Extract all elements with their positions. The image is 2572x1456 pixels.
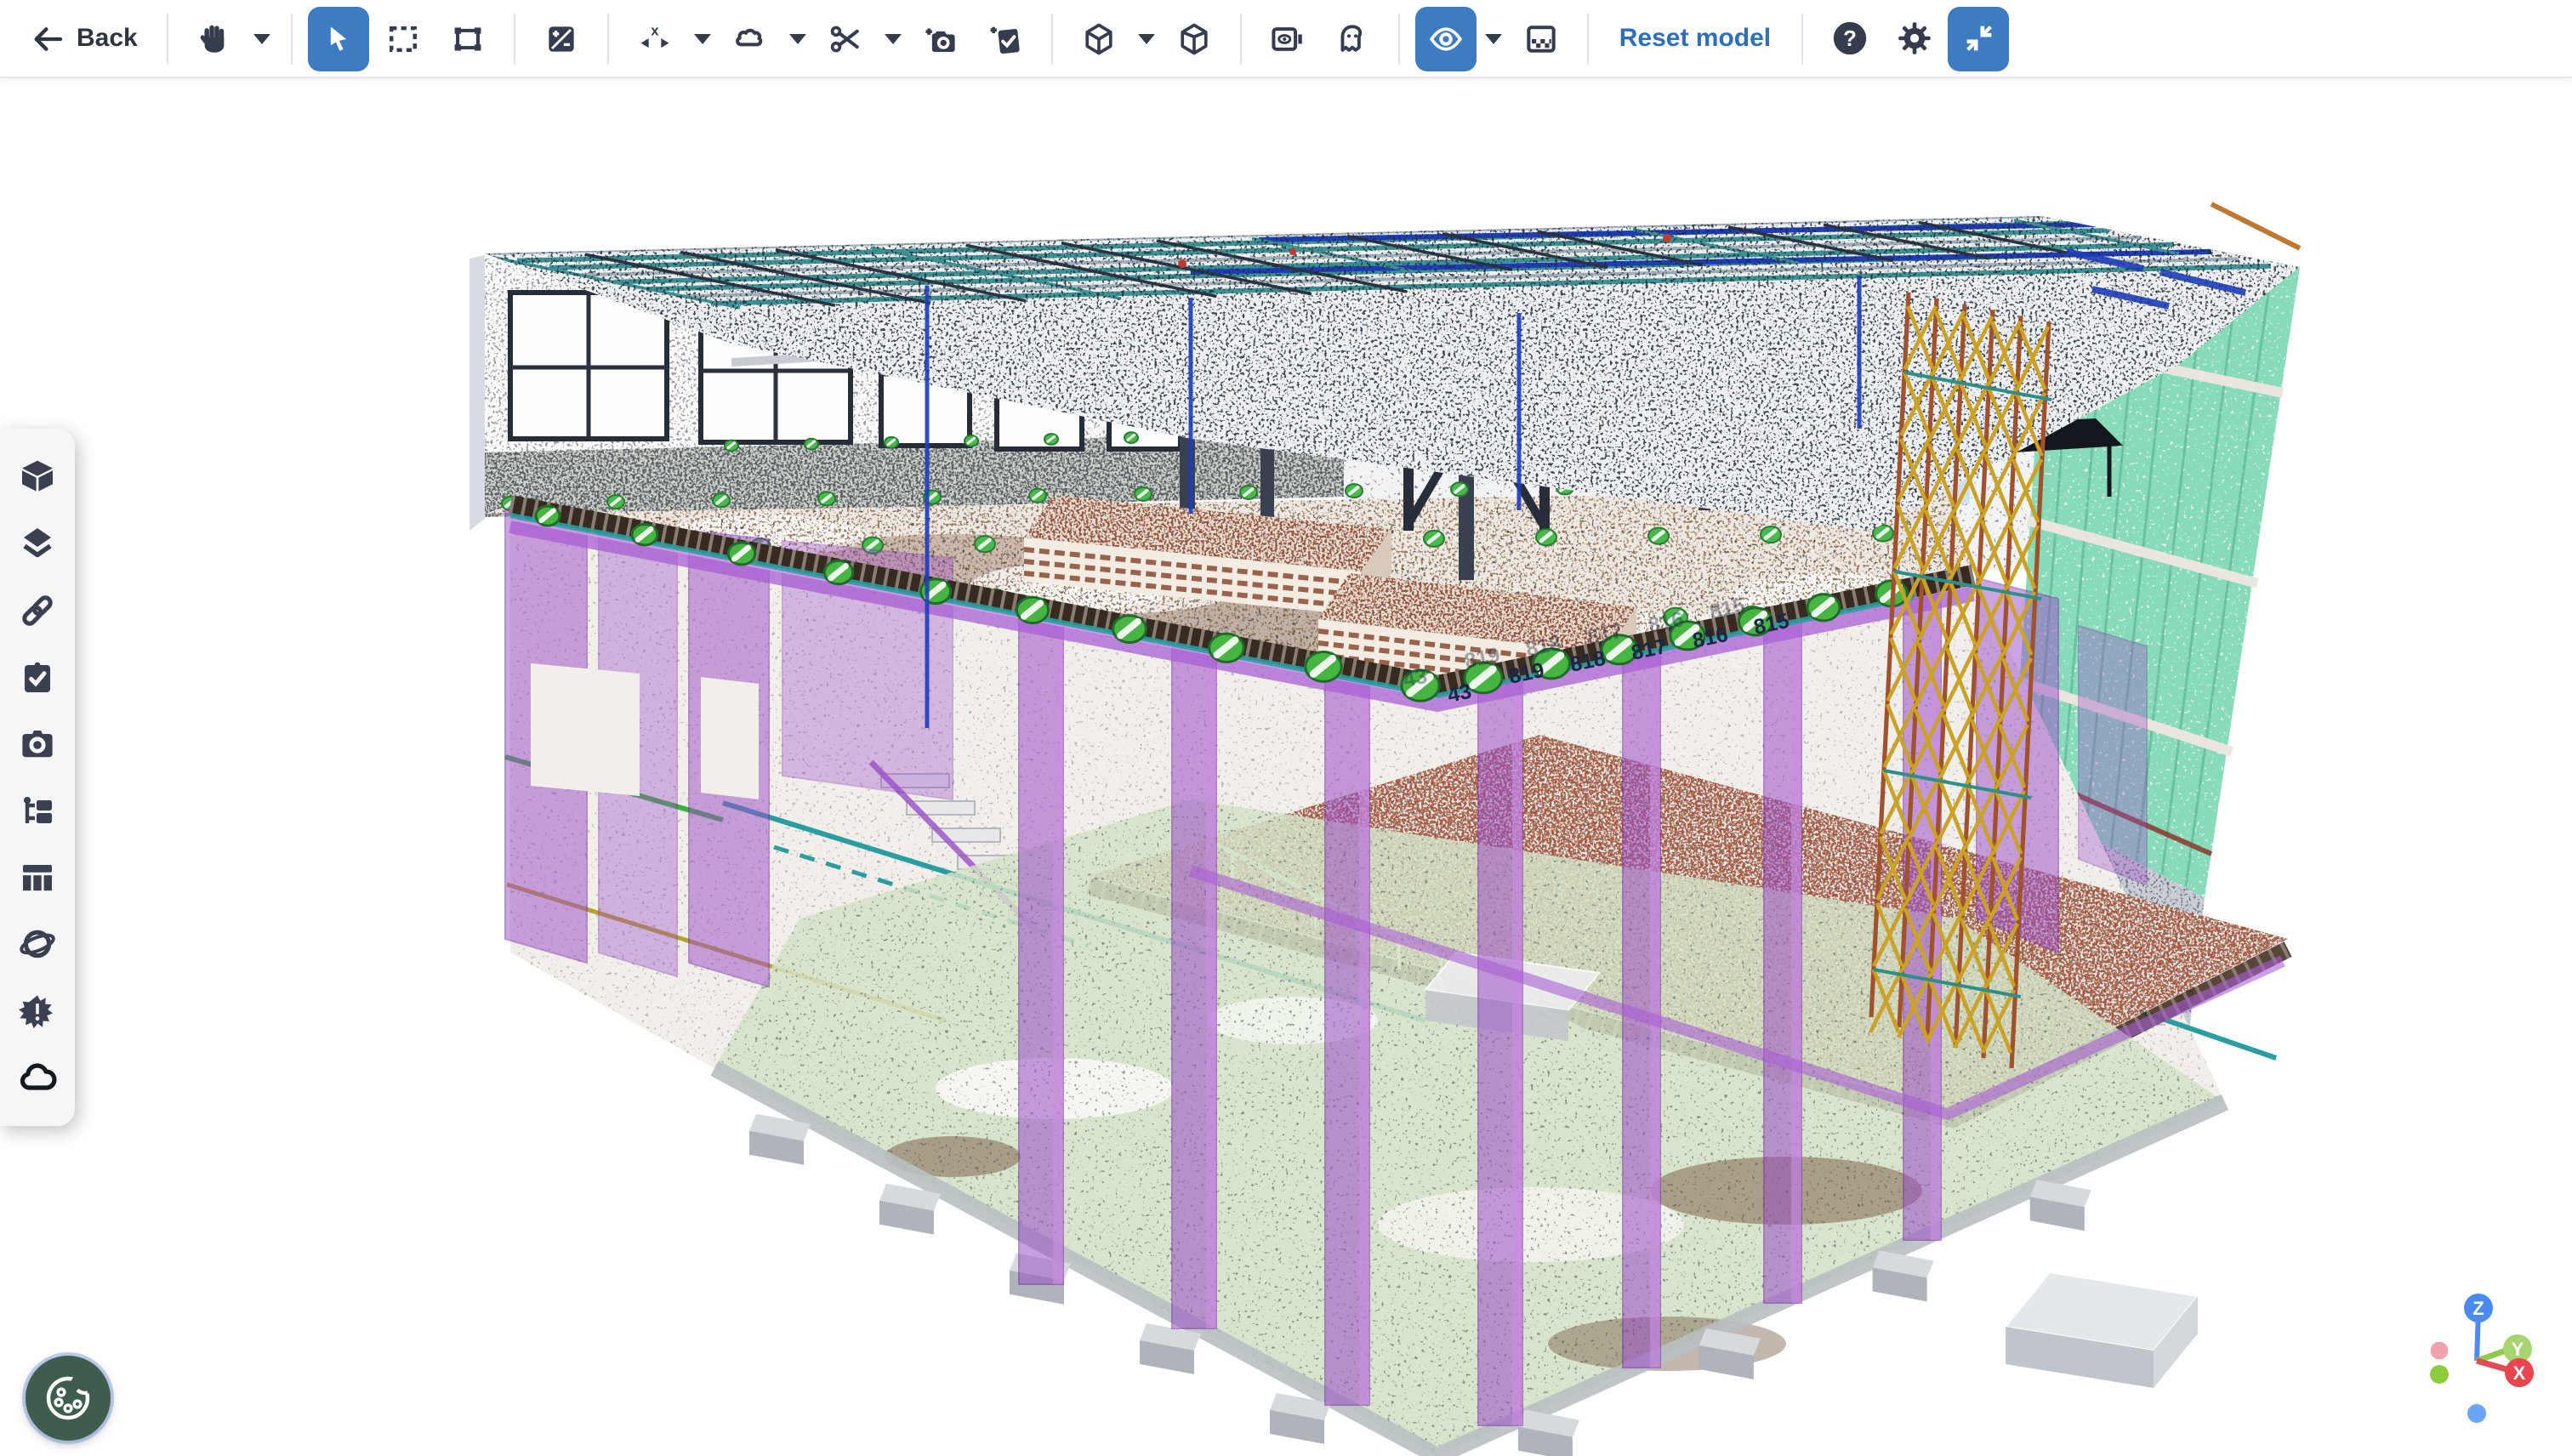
unfold-cube-button[interactable] (1164, 6, 1225, 71)
camera-icon (17, 724, 58, 765)
clipboard-check-icon (17, 657, 58, 697)
select-cursor-button[interactable] (308, 6, 369, 71)
svg-text:43: 43 (1401, 664, 1429, 692)
top-toolbar: Back (0, 0, 2572, 78)
svg-text:X: X (2513, 1362, 2526, 1384)
sidebar-item-tasks[interactable] (12, 651, 63, 702)
clipboard-plus-icon (986, 20, 1025, 57)
divider (1587, 13, 1589, 64)
clash-burst-icon (17, 991, 58, 1032)
minimize-view-button[interactable] (1948, 6, 2009, 71)
add-task-button[interactable] (975, 6, 1036, 71)
transparency-button[interactable] (1511, 6, 1572, 71)
marquee-select-button[interactable] (373, 6, 434, 71)
gear-icon (1894, 19, 1933, 58)
svg-text:?: ? (1842, 27, 1856, 51)
view-cube-dropdown[interactable] (1133, 6, 1160, 71)
arrow-left-icon (31, 21, 65, 55)
sidebar-item-photos[interactable] (12, 719, 63, 770)
layers-icon (17, 523, 58, 564)
help-button[interactable]: ? (1818, 6, 1880, 71)
add-photo-button[interactable] (910, 6, 971, 71)
cloud-icon (15, 1058, 60, 1099)
back-label: Back (77, 24, 138, 53)
cloud-lasso-icon (731, 20, 769, 57)
axis-neg-y-ball (2430, 1365, 2449, 1384)
hierarchy-tree-icon (17, 790, 58, 831)
open-cube-icon (1175, 20, 1213, 57)
ghost-mode-button[interactable] (1322, 6, 1383, 71)
visibility-button[interactable] (1415, 6, 1477, 71)
viewport-3d-canvas[interactable]: 4343819819818818817817816816815815 Y X Z (0, 0, 2572, 1456)
scan-card-eye-icon (1268, 20, 1307, 57)
cursor-icon (320, 20, 357, 57)
settings-button[interactable] (1883, 6, 1944, 71)
scan-view-button[interactable] (1257, 6, 1318, 71)
axis-gizmo[interactable]: Y X Z (2430, 1294, 2534, 1423)
camera-plus-icon (921, 20, 960, 57)
divider (1051, 13, 1053, 64)
pan-hand-button[interactable] (184, 6, 245, 71)
move-axis-button[interactable]: x (624, 6, 686, 71)
divider (1398, 13, 1400, 64)
hand-icon (196, 20, 233, 57)
axis-neg-x-ball (2431, 1342, 2449, 1360)
transform-icon (449, 20, 487, 57)
axis-neg-z-ball (2467, 1404, 2486, 1423)
link-icon (17, 589, 58, 630)
divider (514, 13, 515, 64)
table-columns-icon (17, 857, 58, 898)
orbit-sphere-icon (17, 924, 58, 965)
app-window: 4343819819818818817817816816815815 Y X Z (0, 0, 2572, 1456)
reset-model-button[interactable]: Reset model (1604, 6, 1786, 71)
marquee-icon (384, 20, 422, 57)
svg-text:x: x (651, 22, 659, 37)
exposure-icon (543, 20, 580, 57)
pan-tool-dropdown[interactable] (248, 6, 276, 71)
move-x-icon: x (634, 20, 675, 57)
svg-text:43: 43 (1445, 680, 1473, 708)
checkerboard-icon (1522, 20, 1560, 57)
sidebar-item-tables[interactable] (12, 852, 63, 903)
eye-icon (1425, 20, 1466, 57)
svg-text:Y: Y (2512, 1339, 2524, 1360)
divider (1801, 13, 1803, 64)
divider (167, 13, 168, 64)
help-icon: ? (1829, 19, 1869, 58)
sidebar-item-hierarchy[interactable] (12, 785, 63, 836)
divider (607, 13, 609, 64)
collapse-icon (1959, 19, 1998, 58)
sidebar-item-model[interactable] (12, 451, 63, 502)
back-button[interactable]: Back (17, 6, 151, 71)
scissors-icon (827, 20, 864, 57)
svg-text:Z: Z (2472, 1298, 2484, 1319)
cut-button[interactable] (815, 6, 876, 71)
appearance-button[interactable] (26, 1356, 111, 1441)
view-cube-button[interactable] (1068, 6, 1130, 71)
exposure-button[interactable] (531, 6, 592, 71)
reset-model-label: Reset model (1619, 24, 1771, 53)
divider (1240, 13, 1242, 64)
sidebar-item-links[interactable] (12, 584, 63, 635)
model-box-icon (17, 456, 58, 497)
left-sidebar (0, 429, 75, 1126)
visibility-dropdown[interactable] (1480, 6, 1507, 71)
cut-dropdown[interactable] (879, 6, 907, 71)
sidebar-item-layers[interactable] (12, 518, 63, 569)
cloud-select-dropdown[interactable] (784, 6, 811, 71)
ghost-icon (1334, 20, 1371, 57)
crane-boom (2211, 204, 2300, 248)
cookie-palette-icon (39, 1369, 97, 1427)
cube-icon (1080, 20, 1118, 57)
sidebar-item-clashes[interactable] (12, 986, 63, 1037)
cloud-select-button[interactable] (720, 6, 781, 71)
divider (291, 13, 293, 64)
sidebar-item-viewer[interactable] (12, 919, 63, 970)
transform-select-button[interactable] (437, 6, 498, 71)
move-axis-dropdown[interactable] (689, 6, 716, 71)
sidebar-item-pointcloud[interactable] (12, 1053, 63, 1104)
